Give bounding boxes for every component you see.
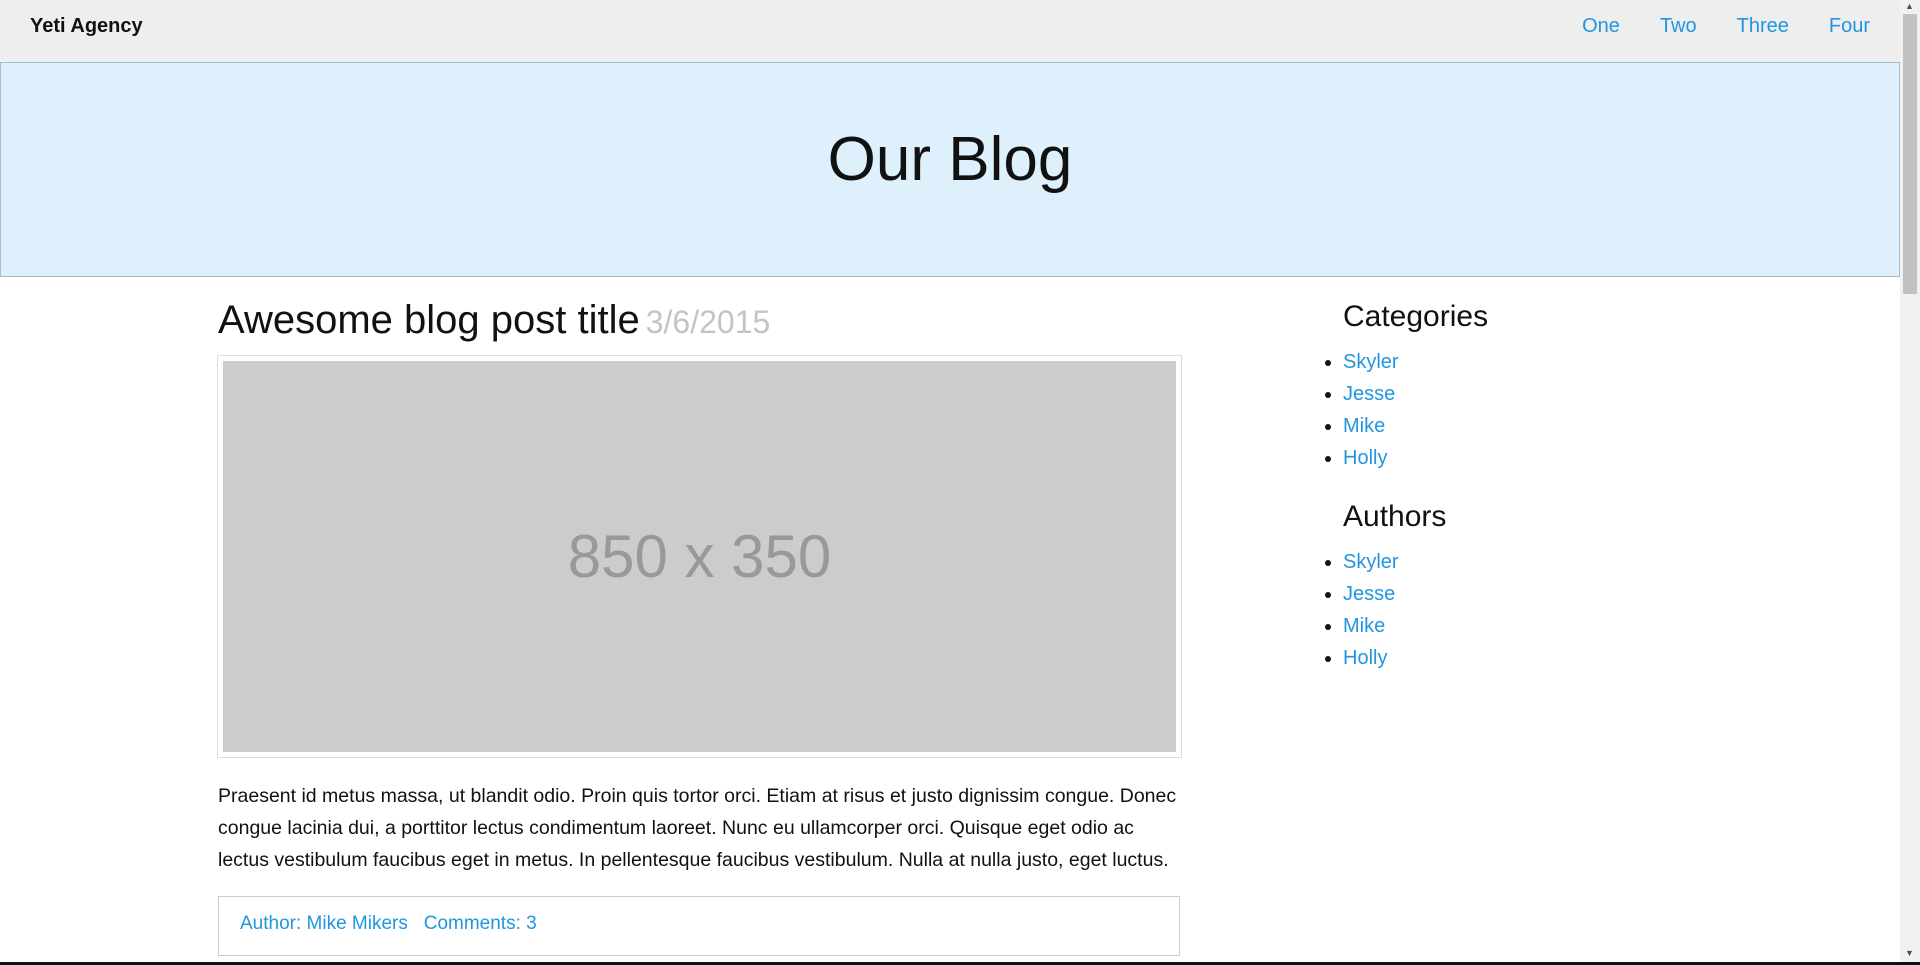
list-item: Holly xyxy=(1343,642,1488,674)
author-link[interactable]: Author: Mike Mikers xyxy=(240,913,408,934)
list-item: Mike xyxy=(1343,610,1488,642)
vertical-scrollbar[interactable]: ▲ ▼ xyxy=(1900,0,1920,962)
page-title: Our Blog xyxy=(827,125,1073,194)
scrollbar-thumb[interactable] xyxy=(1903,14,1917,294)
nav-link-one[interactable]: One xyxy=(1582,15,1620,38)
list-item: Jesse xyxy=(1343,578,1488,610)
image-placeholder: 850 x 350 xyxy=(223,361,1176,752)
author-link[interactable]: Holly xyxy=(1343,647,1387,669)
post-title-text: Awesome blog post title xyxy=(218,298,640,342)
blog-post: Awesome blog post title 3/6/2015 850 x 35… xyxy=(217,298,1182,956)
post-body: Praesent id metus massa, ut blandit odio… xyxy=(218,785,1177,871)
brand-link[interactable]: Yeti Agency xyxy=(30,15,143,38)
author-link[interactable]: Skyler xyxy=(1343,551,1399,573)
post-image-thumbnail: 850 x 350 xyxy=(217,355,1182,758)
nav-link-four[interactable]: Four xyxy=(1829,15,1870,38)
sidebar: Categories Skyler Jesse Mike Holly Autho… xyxy=(1343,300,1488,700)
categories-list: Skyler Jesse Mike Holly xyxy=(1343,346,1488,474)
nav-links: One Two Three Four xyxy=(1542,15,1870,38)
category-link[interactable]: Mike xyxy=(1343,415,1385,437)
top-navbar: Yeti Agency One Two Three Four xyxy=(0,0,1900,62)
hero-banner: Our Blog xyxy=(0,62,1900,277)
comments-link[interactable]: Comments: 3 xyxy=(424,913,537,934)
nav-link-two[interactable]: Two xyxy=(1660,15,1697,38)
category-link[interactable]: Skyler xyxy=(1343,351,1399,373)
post-date: 3/6/2015 xyxy=(645,304,771,340)
scroll-down-arrow-icon[interactable]: ▼ xyxy=(1905,948,1914,958)
author-link[interactable]: Jesse xyxy=(1343,583,1395,605)
nav-link-three[interactable]: Three xyxy=(1737,15,1789,38)
author-link[interactable]: Mike xyxy=(1343,615,1385,637)
list-item: Skyler xyxy=(1343,346,1488,378)
post-title: Awesome blog post title 3/6/2015 xyxy=(218,298,1182,343)
category-link[interactable]: Holly xyxy=(1343,447,1387,469)
authors-heading: Authors xyxy=(1343,500,1447,533)
post-meta-panel: Author: Mike Mikers Comments: 3 xyxy=(218,896,1180,956)
list-item: Mike xyxy=(1343,410,1488,442)
list-item: Jesse xyxy=(1343,378,1488,410)
category-link[interactable]: Jesse xyxy=(1343,383,1395,405)
scroll-up-arrow-icon[interactable]: ▲ xyxy=(1905,1,1914,11)
authors-list: Skyler Jesse Mike Holly xyxy=(1343,546,1488,674)
list-item: Skyler xyxy=(1343,546,1488,578)
list-item: Holly xyxy=(1343,442,1488,474)
categories-heading: Categories xyxy=(1343,300,1489,333)
